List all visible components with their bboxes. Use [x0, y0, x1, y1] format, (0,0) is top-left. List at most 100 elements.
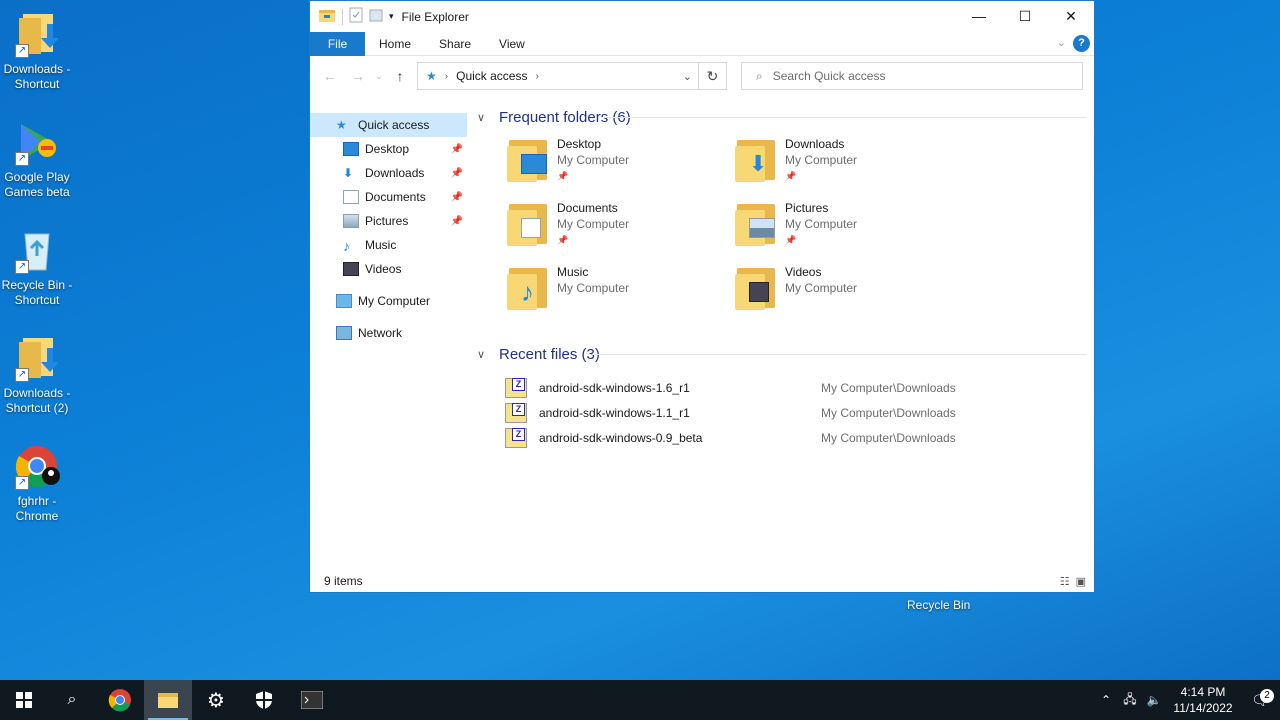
terminal-icon [301, 691, 323, 709]
nav-item-videos[interactable]: Videos [310, 257, 467, 281]
address-bar[interactable]: ★ › Quick access › ⌄ [417, 62, 699, 90]
pin-icon[interactable]: 📌 [451, 144, 463, 155]
action-center-button[interactable]: 🗨 2 [1240, 688, 1280, 709]
recent-locations-icon[interactable]: ⌄ [372, 71, 386, 82]
nav-item-documents[interactable]: Documents 📌 [310, 185, 467, 209]
clock[interactable]: 4:14 PM 11/14/2022 [1166, 684, 1240, 716]
tab-view[interactable]: View [485, 32, 539, 56]
nav-item-my-computer[interactable]: My Computer [310, 289, 467, 313]
group-title: Recent files (3) [499, 345, 600, 363]
recent-files-header[interactable]: ∨ Recent files (3) [477, 343, 1094, 365]
zip-archive-icon [505, 377, 527, 398]
taskbar-settings[interactable]: ⚙ [192, 680, 240, 720]
chevron-down-icon[interactable]: ∨ [477, 111, 493, 124]
chevron-up-icon[interactable]: ⌃ [1094, 693, 1118, 707]
breadcrumb-quick-access[interactable]: Quick access [456, 69, 527, 83]
navigation-bar: ← → ⌄ ↑ ★ › Quick access › ⌄ ↻ ⌕ [310, 56, 1094, 96]
folder-name: Downloads [785, 137, 845, 151]
minimize-button[interactable]: — [956, 1, 1002, 31]
pin-icon[interactable]: 📌 [451, 168, 463, 179]
taskbar: ⌕ ⚙ ⌃ 🖧 🔈 4:14 PM 11/14/2022 🗨 2 [0, 680, 1280, 720]
chevron-down-icon[interactable]: ∨ [477, 348, 493, 361]
large-icons-view-icon[interactable]: ▣ [1076, 575, 1086, 588]
network-icon[interactable]: 🖧 [1118, 690, 1142, 711]
folder-desktop-icon [507, 136, 551, 182]
folder-name: Documents [557, 201, 618, 215]
nav-item-music[interactable]: ♪ Music [310, 233, 467, 257]
nav-label: Desktop [365, 142, 410, 156]
nav-item-downloads[interactable]: ⬇ Downloads 📌 [310, 161, 467, 185]
desktop-icon-recycle-bin-shortcut[interactable]: ↗ Recycle Bin - Shortcut [0, 226, 74, 308]
file-name: android-sdk-windows-1.1_r1 [539, 405, 690, 420]
desktop-icon-label: Downloads - Shortcut (2) [3, 386, 71, 415]
help-icon[interactable]: ? [1073, 35, 1090, 52]
properties-icon[interactable] [349, 7, 363, 26]
folder-videos-icon [735, 264, 779, 310]
forward-arrow-icon[interactable]: → [344, 68, 372, 84]
file-explorer-window: ▾ File Explorer — ☐ ✕ File Home Share Vi… [309, 0, 1095, 593]
pin-icon[interactable]: 📌 [451, 192, 463, 203]
folder-location: My Computer [785, 217, 858, 231]
customize-toolbar-icon[interactable]: ▾ [389, 11, 394, 22]
zip-archive-icon [505, 402, 527, 423]
nav-item-desktop[interactable]: Desktop 📌 [310, 137, 467, 161]
folder-tile-music[interactable]: ♪ Music My Computer [507, 264, 735, 328]
frequent-folders-header[interactable]: ∨ Frequent folders (6) [477, 106, 1094, 128]
tab-file[interactable]: File [310, 31, 365, 56]
chrome-icon [108, 689, 131, 712]
nav-item-network[interactable]: Network [310, 321, 467, 345]
folder-tile-desktop[interactable]: Desktop My Computer 📌 [507, 136, 735, 200]
desktop-icon-downloads-shortcut[interactable]: ↗ Downloads - Shortcut [0, 10, 74, 92]
start-button[interactable] [0, 680, 48, 720]
folder-pictures-icon [735, 200, 779, 246]
folder-tile-documents[interactable]: Documents My Computer 📌 [507, 200, 735, 264]
breadcrumb-chevron-icon[interactable]: › [535, 71, 538, 82]
close-button[interactable]: ✕ [1048, 1, 1094, 31]
desktop-icon-downloads-shortcut-2[interactable]: ↗ Downloads - Shortcut (2) [0, 334, 74, 416]
pin-icon[interactable]: 📌 [451, 216, 463, 227]
navigation-pane: ★ Quick access Desktop 📌 ⬇ Downloads 📌 D… [310, 106, 467, 570]
folder-icon [318, 7, 336, 26]
folder-download-icon: ↗ [13, 334, 61, 382]
breadcrumb-chevron-icon[interactable]: › [445, 71, 448, 82]
notification-badge: 2 [1260, 688, 1274, 703]
desktop-icon-chrome-profile[interactable]: ↗ fghrhr - Chrome [0, 442, 74, 524]
maximize-button[interactable]: ☐ [1002, 1, 1048, 31]
folder-tile-pictures[interactable]: Pictures My Computer 📌 [735, 200, 963, 264]
details-view-icon[interactable]: ☷ [1060, 575, 1070, 588]
folder-tile-downloads[interactable]: ⬇ Downloads My Computer 📌 [735, 136, 963, 200]
folder-tile-videos[interactable]: Videos My Computer [735, 264, 963, 328]
search-input[interactable] [772, 69, 1053, 83]
taskbar-chrome[interactable] [96, 680, 144, 720]
desktop-icon-google-play-games[interactable]: ↗ Google Play Games beta [0, 118, 74, 200]
tab-share[interactable]: Share [425, 32, 485, 56]
file-location: My Computer\Downloads [821, 430, 956, 445]
expand-ribbon-icon[interactable]: ⌄ [1057, 36, 1066, 49]
nav-label: Downloads [365, 166, 425, 180]
folder-name: Desktop [557, 137, 602, 151]
taskbar-security[interactable] [240, 680, 288, 720]
back-arrow-icon[interactable]: ← [316, 68, 344, 84]
list-item[interactable]: android-sdk-windows-1.6_r1 My Computer\D… [505, 375, 1094, 400]
search-button[interactable]: ⌕ [48, 680, 96, 720]
music-note-icon: ♪ [343, 238, 350, 254]
address-dropdown-icon[interactable]: ⌄ [683, 70, 692, 83]
search-box[interactable]: ⌕ [741, 62, 1083, 90]
folder-location: My Computer [557, 217, 630, 231]
taskbar-terminal[interactable] [288, 680, 336, 720]
refresh-button[interactable]: ↻ [699, 62, 727, 90]
volume-icon[interactable]: 🔈 [1142, 693, 1166, 707]
recycle-bin-label[interactable]: Recycle Bin [907, 598, 970, 612]
taskbar-file-explorer[interactable] [144, 680, 192, 720]
nav-item-pictures[interactable]: Pictures 📌 [310, 209, 467, 233]
nav-label: Pictures [365, 214, 409, 228]
list-item[interactable]: android-sdk-windows-1.1_r1 My Computer\D… [505, 400, 1094, 425]
up-arrow-icon[interactable]: ↑ [386, 68, 414, 84]
list-item[interactable]: android-sdk-windows-0.9_beta My Computer… [505, 425, 1094, 450]
new-folder-icon[interactable] [369, 7, 383, 26]
title-bar[interactable]: ▾ File Explorer — ☐ ✕ [310, 1, 1094, 32]
folder-location: My Computer [785, 153, 858, 167]
nav-item-quick-access[interactable]: ★ Quick access [310, 113, 467, 137]
tab-home[interactable]: Home [365, 32, 425, 56]
nav-label: Quick access [358, 118, 430, 132]
